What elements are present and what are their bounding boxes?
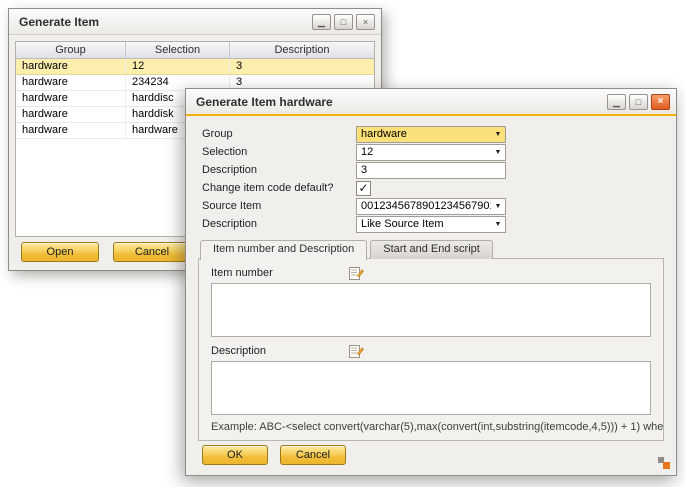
tab-panel: Item number Description: [198, 258, 664, 441]
front-window-title: Generate Item hardware: [196, 95, 607, 109]
front-titlebar[interactable]: Generate Item hardware ▁ □ ×: [186, 89, 676, 116]
table-header: Group Selection Description: [16, 42, 374, 59]
cell-group: hardware: [16, 75, 126, 90]
front-cancel-button[interactable]: Cancel: [280, 445, 346, 465]
close-button[interactable]: ×: [651, 94, 670, 110]
group-combo[interactable]: hardware ▼: [356, 126, 506, 143]
change-code-field-row: Change item code default? ✓: [202, 179, 660, 197]
description-label: Description: [202, 164, 356, 176]
back-button-row: Open Cancel: [21, 242, 191, 262]
minimize-button[interactable]: ▁: [312, 14, 331, 30]
description-textarea[interactable]: [211, 361, 651, 415]
table-row[interactable]: hardware 12 3: [16, 59, 374, 75]
description2-value: Like Source Item: [357, 218, 491, 230]
column-header-description[interactable]: Description: [230, 42, 374, 58]
open-button[interactable]: Open: [21, 242, 99, 262]
minimize-button[interactable]: ▁: [607, 94, 626, 110]
tab-strip: Item number and Description Start and En…: [200, 240, 493, 260]
column-header-selection[interactable]: Selection: [126, 42, 230, 58]
front-window-controls: ▁ □ ×: [607, 94, 670, 110]
description-field-row: Description: [202, 161, 660, 179]
selection-field-row: Selection 12 ▼: [202, 143, 660, 161]
back-window-controls: ▁ □ ×: [312, 14, 375, 30]
description2-label: Description: [202, 218, 356, 230]
cancel-button[interactable]: Cancel: [113, 242, 191, 262]
edit-note-icon[interactable]: [349, 344, 364, 358]
tab-start-and-end-script[interactable]: Start and End script: [370, 240, 493, 259]
resize-grip-icon[interactable]: [657, 456, 671, 470]
source-item-label: Source Item: [202, 200, 356, 212]
desktop: Generate Item ▁ □ × Group Selection Desc…: [0, 0, 685, 487]
cell-description: 3: [230, 59, 374, 74]
item-number-textarea[interactable]: [211, 283, 651, 337]
generate-item-hardware-window: Generate Item hardware ▁ □ × Group hardw…: [185, 88, 677, 476]
group-label: Group: [202, 128, 356, 140]
source-item-value: 0012345678901234567901234: [357, 200, 491, 212]
description2-field-row: Description Like Source Item ▼: [202, 215, 660, 233]
dropdown-arrow-icon[interactable]: ▼: [491, 217, 505, 232]
column-header-group[interactable]: Group: [16, 42, 126, 58]
back-window-title: Generate Item: [19, 15, 312, 29]
source-item-field-row: Source Item 0012345678901234567901234 ▼: [202, 197, 660, 215]
group-field-row: Group hardware ▼: [202, 125, 660, 143]
item-number-label: Item number: [211, 267, 349, 279]
description-input[interactable]: [356, 162, 506, 179]
example-text: Example: ABC-<select convert(varchar(5),…: [199, 415, 663, 433]
form-fields: Group hardware ▼ Selection 12 ▼ Descript…: [202, 125, 660, 233]
cell-selection: 12: [126, 59, 230, 74]
panel-description-label: Description: [211, 345, 349, 357]
source-item-combo[interactable]: 0012345678901234567901234 ▼: [356, 198, 506, 215]
cell-group: hardware: [16, 91, 126, 106]
change-item-code-checkbox[interactable]: ✓: [356, 181, 371, 196]
maximize-button[interactable]: □: [334, 14, 353, 30]
ok-button[interactable]: OK: [202, 445, 268, 465]
back-titlebar[interactable]: Generate Item ▁ □ ×: [9, 9, 381, 35]
cell-group: hardware: [16, 59, 126, 74]
maximize-button[interactable]: □: [629, 94, 648, 110]
description2-combo[interactable]: Like Source Item ▼: [356, 216, 506, 233]
selection-label: Selection: [202, 146, 356, 158]
group-value: hardware: [357, 128, 491, 140]
tab-item-number-and-description[interactable]: Item number and Description: [200, 240, 367, 260]
selection-value: 12: [357, 146, 491, 158]
change-item-code-label: Change item code default?: [202, 182, 356, 194]
dropdown-arrow-icon[interactable]: ▼: [491, 199, 505, 214]
cell-group: hardware: [16, 107, 126, 122]
close-button[interactable]: ×: [356, 14, 375, 30]
edit-note-icon[interactable]: [349, 266, 364, 280]
dropdown-arrow-icon[interactable]: ▼: [491, 127, 505, 142]
selection-combo[interactable]: 12 ▼: [356, 144, 506, 161]
item-number-label-row: Item number: [199, 259, 663, 283]
front-button-row: OK Cancel: [202, 445, 346, 465]
cell-group: hardware: [16, 123, 126, 138]
dropdown-arrow-icon[interactable]: ▼: [491, 145, 505, 160]
description-label-row: Description: [199, 337, 663, 361]
